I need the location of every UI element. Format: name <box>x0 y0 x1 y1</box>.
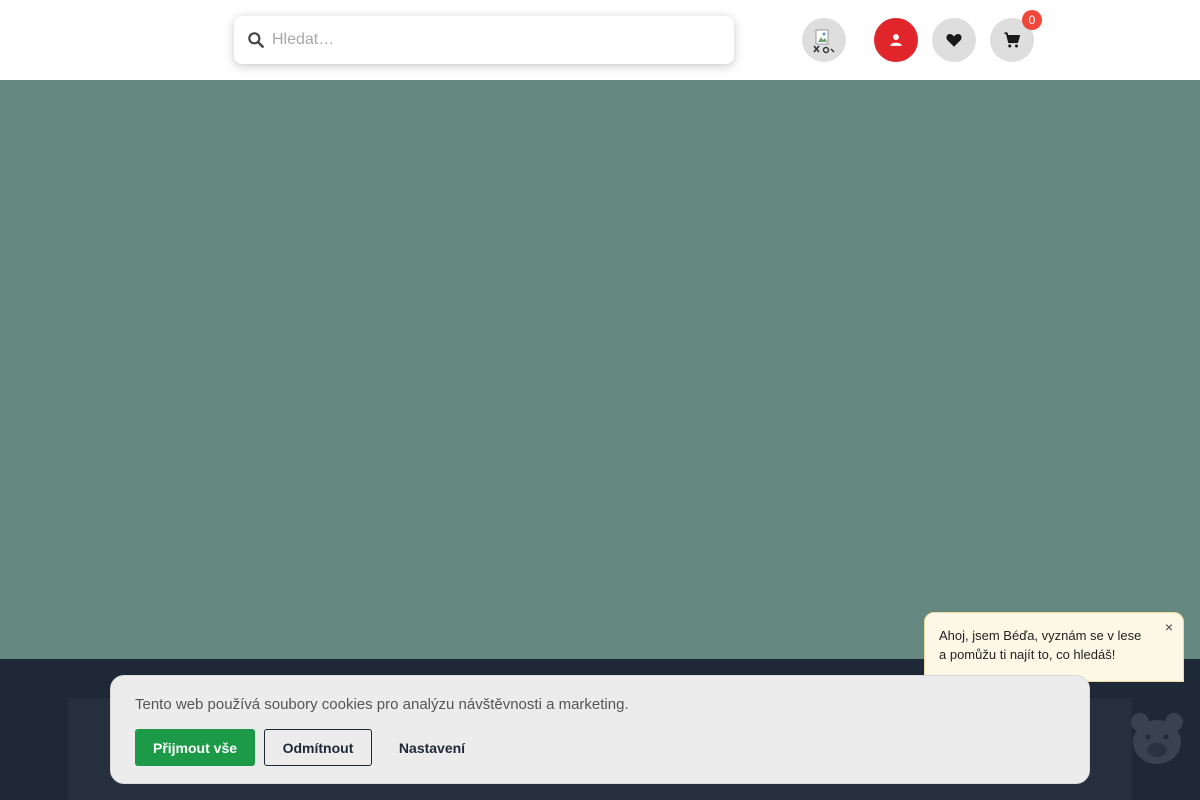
cookie-settings-button[interactable]: Nastavení <box>385 729 479 766</box>
cart-count-badge: 0 <box>1022 10 1042 30</box>
language-button[interactable] <box>802 18 846 62</box>
bear-mascot-icon[interactable] <box>1128 710 1186 768</box>
accept-all-button[interactable]: Přijmout vše <box>135 729 255 766</box>
cart-icon <box>1004 32 1021 48</box>
user-account-button[interactable] <box>874 18 918 62</box>
cookie-consent-banner: Tento web používá soubory cookies pro an… <box>110 675 1090 784</box>
user-icon <box>890 34 902 46</box>
reject-button[interactable]: Odmítnout <box>264 729 372 766</box>
language-flag-icon <box>813 29 835 54</box>
heart-icon <box>946 34 962 47</box>
search-icon[interactable] <box>246 30 266 50</box>
search-bar <box>234 16 734 64</box>
site-header: 0 <box>0 0 1200 80</box>
search-input[interactable] <box>272 16 712 64</box>
cookie-message: Tento web používá soubory cookies pro an… <box>135 696 629 713</box>
hero-banner <box>0 80 1200 659</box>
wishlist-button[interactable] <box>932 18 976 62</box>
chat-close-button[interactable]: × <box>1161 619 1177 635</box>
chat-bubble: Ahoj, jsem Béďa, vyznám se v lese a pomů… <box>924 612 1184 682</box>
chat-message: Ahoj, jsem Béďa, vyznám se v lese a pomů… <box>939 628 1142 662</box>
